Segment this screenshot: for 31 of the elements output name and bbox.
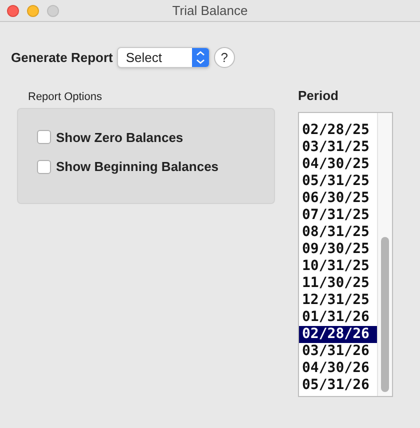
period-item[interactable]: 02/28/25 xyxy=(299,122,377,138)
zoom-button[interactable] xyxy=(47,4,59,16)
period-item[interactable]: 03/31/26 xyxy=(299,342,377,360)
period-label: Period xyxy=(298,87,340,105)
period-item[interactable]: 04/30/26 xyxy=(299,360,377,376)
period-item[interactable]: 03/31/25 xyxy=(299,138,377,156)
generate-report-label: Generate Report xyxy=(11,48,113,67)
period-item[interactable]: 02/28/26 xyxy=(299,326,377,342)
checkbox[interactable] xyxy=(37,160,51,174)
period-item[interactable]: 01/31/26 xyxy=(299,308,377,326)
period-item[interactable]: 07/31/25 xyxy=(299,206,377,224)
window-title: Trial Balance xyxy=(172,2,248,18)
report-select[interactable]: Select xyxy=(116,47,210,68)
period-item[interactable]: 08/31/25 xyxy=(299,224,377,240)
period-item[interactable]: 04/30/25 xyxy=(299,156,377,172)
period-item[interactable]: 09/30/25 xyxy=(299,240,377,258)
group-title: Report Options xyxy=(28,90,103,105)
help-button[interactable]: ? xyxy=(214,47,235,68)
period-item[interactable]: 05/31/26 xyxy=(299,376,377,394)
option-label: Show Zero Balances xyxy=(56,128,184,146)
period-item[interactable]: 11/30/25 xyxy=(299,274,377,292)
minimize-button[interactable] xyxy=(27,4,39,16)
period-item[interactable]: 05/31/25 xyxy=(299,172,377,190)
option-label: Show Beginning Balances xyxy=(56,158,219,176)
period-item[interactable]: 10/31/25 xyxy=(299,258,377,274)
period-item[interactable]: 06/30/25 xyxy=(299,190,377,206)
stepper-icon xyxy=(192,48,209,67)
close-button[interactable] xyxy=(7,4,19,16)
period-item[interactable]: 12/31/25 xyxy=(299,292,377,308)
scrollbar-thumb[interactable] xyxy=(381,236,389,392)
checkbox[interactable] xyxy=(37,130,51,144)
